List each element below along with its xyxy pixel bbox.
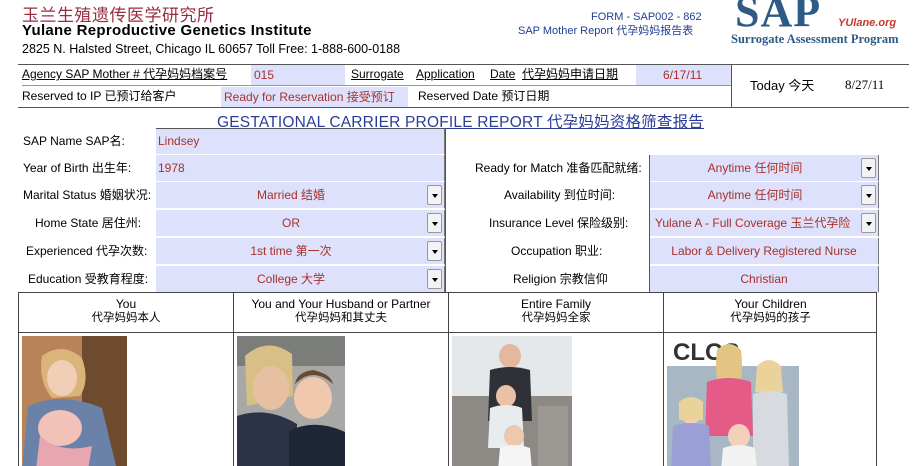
application-word: Application [416,67,475,81]
photo-title-cn: 代孕妈妈和其丈夫 [295,312,387,324]
photo-column-family: Entire Family 代孕妈妈全家 [449,293,664,466]
field-value: Labor & Delivery Registered Nurse [671,244,857,258]
field-value: Lindsey [158,134,200,148]
today-value: 8/27/11 [845,77,885,92]
chevron-down-icon[interactable] [861,213,876,233]
field-label: Marital Status 婚姻状况: [23,188,152,202]
field-value: College 大学 [256,272,326,286]
profile-input[interactable]: 1978 [156,155,445,182]
field-value: Anytime 任何时间 [707,161,803,175]
surrogate-word: Surrogate [351,67,404,81]
field-label: Year of Birth 出生年: [23,161,132,175]
reserved-ip-label: Reserved to IP 已预订给客户 [22,89,177,103]
photo-header: Entire Family 代孕妈妈全家 [449,293,663,333]
field-value: Married 结婚 [256,188,325,202]
institute-en-title: Yulane Reproductive Genetics Institute [22,22,312,39]
field-label: Home State 居住州: [35,216,142,230]
chevron-down-icon[interactable] [861,158,876,178]
agency-number-label: Agency SAP Mother # 代孕妈妈档案号 [22,67,228,81]
photo-children: CLOS [667,336,799,466]
field-value: Anytime 任何时间 [707,188,803,202]
profile-select[interactable]: Yulane A - Full Coverage 玉兰代孕险 [650,210,879,237]
photo-header: You 代孕妈妈本人 [19,293,233,333]
chevron-down-icon[interactable] [427,185,442,205]
strip-divider [731,64,732,108]
field-value: Yulane A - Full Coverage 玉兰代孕险 [655,216,851,230]
photo-title-en: You [115,297,137,311]
field-label: Availability 到位时间: [504,188,616,202]
agency-number-field[interactable]: 015 [251,65,345,85]
field-value: Christian [740,272,788,286]
profile-input[interactable]: Christian [650,266,879,293]
photo-column-children: Your Children 代孕妈妈的孩子 CLOS [664,293,877,466]
photo-table: You 代孕妈妈本人 You and Your Husband or Partn… [18,292,877,466]
photo-you [22,336,127,466]
field-label: SAP Name SAP名: [23,134,125,148]
sap-logo: SAP [735,0,822,36]
field-label: Education 受教育程度: [28,272,149,286]
profile-select[interactable]: Married 结婚 [156,182,445,209]
photo-family [452,336,572,466]
field-value: OR [282,216,300,230]
photo-title-en: Your Children [734,297,807,311]
profile-select[interactable]: OR [156,210,445,237]
photo-column-partner: You and Your Husband or Partner 代孕妈妈和其丈夫 [234,293,449,466]
field-value: 1978 [158,161,185,175]
field-label: Insurance Level 保险级别: [489,216,629,230]
reserved-date-label: Reserved Date 预订日期 [418,89,550,103]
photo-column-you: You 代孕妈妈本人 [19,293,234,466]
chevron-down-icon[interactable] [427,269,442,289]
field-label: Religion 宗教信仰 [513,272,608,286]
profile-select[interactable]: Anytime 任何时间 [650,182,879,209]
photo-partner [237,336,345,466]
date-word: Date [490,67,516,81]
profile-select[interactable]: Anytime 任何时间 [650,155,879,182]
form-divider [156,128,445,129]
sap-logo-subtitle: Surrogate Assessment Program [731,32,899,46]
chevron-down-icon[interactable] [427,213,442,233]
form-divider [445,128,446,292]
photo-title-en: Entire Family [520,297,591,311]
report-title: GESTATIONAL CARRIER PROFILE REPORT 代孕妈妈资… [217,114,704,131]
field-label: Ready for Match 准备匹配就绪: [475,161,642,175]
field-value: 1st time 第一次 [250,244,332,258]
yulane-logo: YUlane.org [838,17,897,29]
profile-input[interactable]: Labor & Delivery Registered Nurse [650,238,879,265]
application-date-field[interactable]: 6/17/11 [636,65,731,85]
form-subtitle: SAP Mother Report 代孕妈妈报告表 [518,25,694,37]
chevron-down-icon[interactable] [861,185,876,205]
field-label: Experienced 代孕次数: [26,244,148,258]
photo-header: Your Children 代孕妈妈的孩子 [664,293,877,333]
application-date-cn: 代孕妈妈申请日期 [522,67,619,81]
photo-header: You and Your Husband or Partner 代孕妈妈和其丈夫 [234,293,448,333]
today-label: Today 今天 [750,78,815,93]
photo-title-en: You and Your Husband or Partner [251,297,431,311]
profile-select[interactable]: 1st time 第一次 [156,238,445,265]
photo-title-cn: 代孕妈妈本人 [91,312,161,324]
profile-input[interactable]: Lindsey [156,128,445,155]
photo-title-cn: 代孕妈妈的孩子 [730,312,811,324]
reserved-ip-field[interactable]: Ready for Reservation 接受预订 [221,87,408,107]
chevron-down-icon[interactable] [427,241,442,261]
photo-title-cn: 代孕妈妈全家 [521,312,591,324]
institute-address: 2825 N. Halsted Street, Chicago IL 60657… [22,42,401,56]
profile-select[interactable]: College 大学 [156,266,445,293]
field-label: Occupation 职业: [511,244,603,258]
